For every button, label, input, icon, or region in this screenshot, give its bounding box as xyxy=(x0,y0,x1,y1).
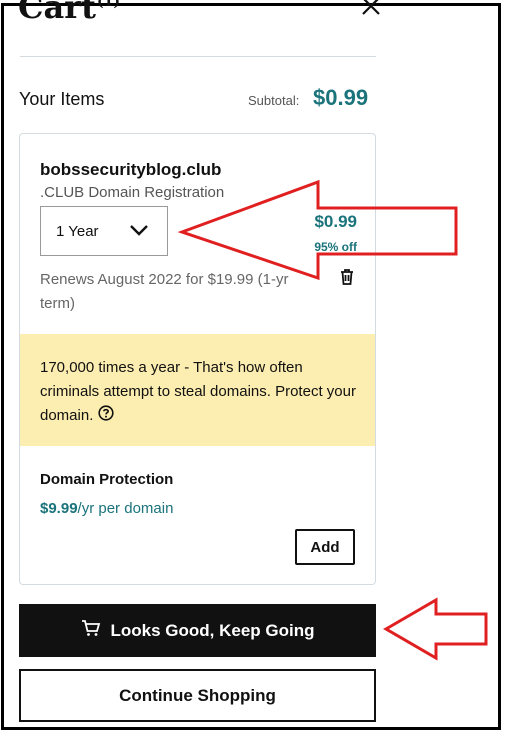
protection-price-line: $9.99/yr per domain xyxy=(40,500,173,517)
add-protection-button[interactable]: Add xyxy=(295,529,355,565)
your-items-heading: Your Items xyxy=(19,89,105,109)
subtotal-label: Subtotal: xyxy=(248,93,300,108)
chevron-down-icon xyxy=(129,223,149,242)
subtotal-value: $0.99 xyxy=(313,85,369,110)
promo-text-wrap: 170,000 times a year - That's how often … xyxy=(40,356,360,429)
continue-shopping-button[interactable]: Continue Shopping xyxy=(19,669,376,722)
cart-icon xyxy=(81,619,111,642)
term-select[interactable]: 1 Year xyxy=(40,206,168,256)
cart-count: (1) xyxy=(97,0,120,10)
annotation-arrow-icon xyxy=(178,180,458,280)
checkout-button[interactable]: Looks Good, Keep Going xyxy=(19,604,376,657)
domain-name: bobssecurityblog.club xyxy=(40,160,222,179)
page-title: Cart xyxy=(18,0,96,26)
promo-banner: 170,000 times a year - That's how often … xyxy=(20,334,375,446)
annotation-arrow-icon xyxy=(383,597,488,661)
protection-price: $9.99 xyxy=(40,500,78,517)
help-icon[interactable] xyxy=(97,405,114,429)
protection-title: Domain Protection xyxy=(40,471,174,488)
close-icon[interactable] xyxy=(358,0,384,20)
term-select-value: 1 Year xyxy=(56,223,99,240)
checkout-button-label: Looks Good, Keep Going xyxy=(110,620,315,640)
divider xyxy=(20,56,376,57)
protection-per: /yr per domain xyxy=(77,500,174,517)
promo-text: 170,000 times a year - That's how often … xyxy=(40,359,356,424)
